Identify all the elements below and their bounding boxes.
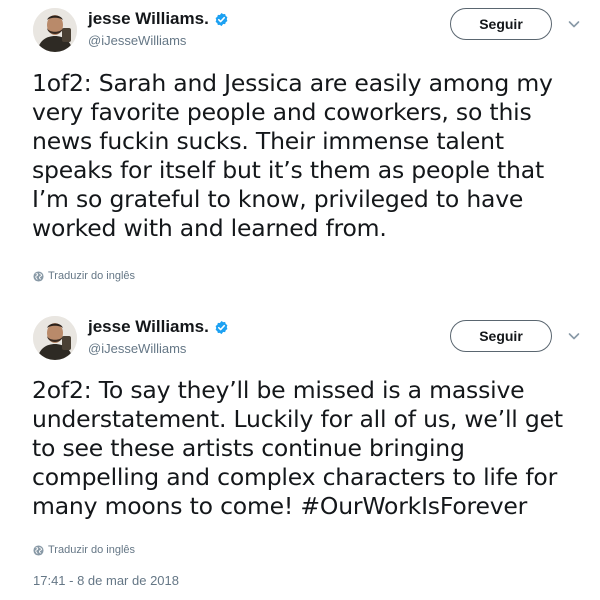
translate-label: Traduzir do inglês (48, 270, 136, 282)
globe-icon (33, 270, 44, 282)
tweet-timestamp[interactable]: 17:41 - 8 de mar de 2018 (33, 573, 179, 588)
author-name[interactable]: jesse Williams. (88, 317, 209, 337)
translate-link[interactable]: Traduzir do inglês (33, 270, 135, 282)
tweet-text-line: compelling and complex characters to lif… (32, 463, 558, 491)
avatar[interactable] (33, 316, 77, 360)
avatar[interactable] (33, 8, 77, 52)
globe-icon (33, 544, 44, 556)
tweet-text-line: news fuckin sucks. Their immense talent (32, 127, 504, 155)
verified-badge-icon (215, 12, 228, 26)
chevron-down-icon[interactable] (567, 17, 581, 31)
author-handle[interactable]: @iJesseWilliams (88, 341, 186, 356)
chevron-down-icon[interactable] (567, 329, 581, 343)
translate-link[interactable]: Traduzir do inglês (33, 544, 135, 556)
verified-badge-icon (215, 320, 228, 334)
translate-label: Traduzir do inglês (48, 544, 136, 556)
tweet-text-line: to see these artists continue bringing (32, 434, 465, 462)
tweet-text: 2of2: To say they’ll be missed is a mass… (32, 376, 587, 521)
tweet-text-line: I’m so grateful to know, privileged to h… (32, 185, 524, 213)
follow-button[interactable]: Seguir (450, 320, 552, 352)
author-name[interactable]: jesse Williams. (88, 9, 209, 29)
tweet-text-line: speaks for itself but it’s them as peopl… (32, 156, 544, 184)
follow-button[interactable]: Seguir (450, 8, 552, 40)
tweet-text-line: very favorite people and coworkers, so t… (32, 98, 532, 126)
tweet-text-line: 1of2: Sarah and Jessica are easily among… (32, 69, 553, 97)
tweet-text-line: worked with and learned from. (32, 214, 387, 242)
tweet-text: 1of2: Sarah and Jessica are easily among… (32, 69, 587, 243)
tweet-text-line: many moons to come! #OurWorkIsForever (32, 492, 528, 520)
author-handle[interactable]: @iJesseWilliams (88, 33, 186, 48)
tweet-text-line: 2of2: To say they’ll be missed is a mass… (32, 376, 525, 404)
tweet-text-line: understatement. Luckily for all of us, w… (32, 405, 563, 433)
